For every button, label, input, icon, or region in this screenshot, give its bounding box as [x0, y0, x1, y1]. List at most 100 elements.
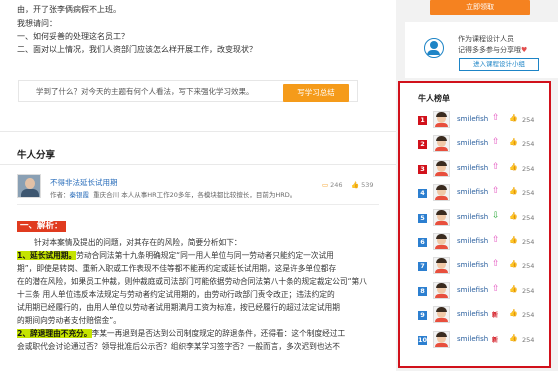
trend-up-icon: ⇧ — [492, 283, 500, 294]
rank-row[interactable]: 9 smilefish 新 👍 254 — [418, 305, 540, 325]
rank-number: 9 — [418, 311, 427, 321]
rank-avatar[interactable] — [433, 281, 450, 299]
rank-like-count: 254 — [522, 116, 535, 124]
help-line-2: 记得多多参与分享哦 — [458, 46, 521, 54]
rank-number: 3 — [418, 164, 427, 174]
trend-up-icon: ⇧ — [492, 137, 500, 148]
thumbs-up-icon: 👍 — [509, 333, 518, 342]
trend-down-icon: ⇩ — [492, 210, 500, 221]
new-badge-icon: 新 — [492, 336, 499, 344]
article-p2-line2: 会或职代会讨论通过否？领导批准后公示否？组织李某学习签字否？一般而言，多次迟到也… — [17, 342, 340, 351]
rank-number: 4 — [418, 189, 427, 199]
p1-text: 劳动合同法第十九条明确规定“同一用人单位与同一劳动者只能约定一次试用 — [76, 251, 334, 260]
author-label: 作者： — [50, 191, 70, 199]
article-intro: 针对本案情及提出的问题，对其存在的风险，简要分析如下： — [34, 238, 242, 247]
thumbs-up-icon: 👍 — [509, 138, 518, 147]
designer-icon — [424, 38, 444, 58]
rank-number: 5 — [418, 213, 427, 223]
thumbs-up-icon: 👍 — [509, 309, 518, 318]
author-avatar[interactable] — [17, 174, 41, 198]
post-meta: 作者：秦银霞 重庆合川 本人从事HR工作20多年，各模块都比较擅长，目前为HRD… — [50, 189, 296, 199]
rank-row[interactable]: 4 smilefish ⇧ 👍 254 — [418, 183, 540, 203]
article-p1-line5: 试用期已经履行的，由用人单位以劳动者试用期满月工资为标准，按已经履行的超过法定试… — [17, 303, 340, 312]
rank-username[interactable]: smilefish — [457, 188, 488, 196]
rank-like-count: 254 — [522, 164, 535, 173]
rank-number: 10 — [418, 335, 428, 345]
rank-row[interactable]: 8 smilefish ⇧ 👍 254 — [418, 281, 540, 301]
rank-avatar[interactable] — [433, 135, 450, 153]
rank-number: 8 — [418, 286, 427, 296]
rank-row[interactable]: 7 smilefish ⇧ 👍 254 — [418, 256, 540, 276]
question-line-2: 我想请问： — [17, 19, 57, 28]
author-desc: 重庆合川 本人从事HR工作20多年，各模块都比较擅长，目前为HRD。 — [93, 191, 297, 199]
rank-avatar[interactable] — [433, 257, 450, 275]
claim-now-button[interactable]: 立即领取 — [430, 0, 530, 15]
rank-username[interactable]: smilefish — [457, 261, 488, 269]
rank-number: 7 — [418, 262, 427, 272]
question-line-4: 二、面对以上情况，我们人资部门应该怎么样开展工作，改变现状？ — [17, 45, 257, 54]
thumbs-up-icon: 👍 — [509, 162, 518, 171]
learn-prompt: 学到了什么？对今天的主题有何个人看法，写下来强化学习效果。 — [36, 87, 254, 96]
rank-avatar[interactable] — [433, 184, 450, 202]
divider — [0, 164, 396, 165]
page: 由，开了张李俩病假不上班。 我想请问： 一、如何妥善的处理这名员工？ 二、面对以… — [0, 0, 558, 371]
p1-highlight: 1、延长试用期。 — [17, 251, 77, 260]
rank-number: 2 — [418, 140, 427, 150]
p2-highlight: 2、辞退理由不充分。 — [17, 329, 92, 338]
article-p1-line1: 1、延长试用期。劳动合同法第十九条明确规定“同一用人单位与同一劳动者只能约定一次… — [17, 249, 382, 262]
rank-row[interactable]: 5 smilefish ⇩ 👍 254 — [418, 208, 540, 228]
heart-icon: ♥ — [521, 46, 528, 54]
rank-like-count: 254 — [522, 238, 535, 246]
rank-like-count: 254 — [522, 213, 535, 222]
rank-username[interactable]: smilefish — [457, 164, 488, 172]
thumbs-up-icon: 👍 — [509, 260, 518, 269]
rank-title: 牛人榜单 — [418, 94, 450, 103]
thumbs-up-icon: 👍 — [351, 181, 360, 189]
thumbs-up-icon: 👍 — [509, 211, 518, 220]
help-text: 作为课程设计人员 记得多多参与分享哦♥ — [458, 34, 527, 56]
comment-count[interactable]: ▭ 246 — [322, 181, 343, 189]
rank-row[interactable]: 2 smilefish ⇧ 👍 254 — [418, 134, 540, 154]
write-summary-button[interactable]: 写学习总结 — [283, 84, 349, 102]
rank-row[interactable]: 1 smilefish ⇧ 👍 254 — [418, 110, 540, 130]
rank-row[interactable]: 10 smilefish 新 👍 254 — [418, 330, 540, 350]
rank-username[interactable]: smilefish — [457, 310, 488, 318]
main-content: 由，开了张李俩病假不上班。 我想请问： 一、如何妥善的处理这名员工？ 二、面对以… — [0, 0, 396, 371]
rank-row[interactable]: 3 smilefish ⇧ 👍 254 — [418, 159, 540, 179]
like-count[interactable]: 👍 539 — [351, 181, 374, 189]
rank-avatar[interactable] — [433, 159, 450, 177]
rank-row[interactable]: 6 smilefish ⇧ 👍 254 — [418, 232, 540, 252]
question-line-1: 由，开了张李俩病假不上班。 — [17, 5, 121, 14]
divider — [17, 204, 379, 205]
rank-username[interactable]: smilefish — [457, 115, 488, 123]
join-group-button[interactable]: 进入课程设计小组 — [459, 58, 539, 71]
rank-like-count: 254 — [522, 189, 535, 198]
article-p1-line6: 的期间向劳动者支付赔偿金”。 — [17, 316, 121, 325]
rank-avatar[interactable] — [433, 306, 450, 324]
question-line-3: 一、如何妥善的处理这名员工？ — [17, 32, 129, 41]
post-title-link[interactable]: 不得非法延长试用期 — [50, 177, 118, 188]
rank-avatar[interactable] — [433, 111, 450, 128]
rank-avatar[interactable] — [433, 233, 450, 250]
article-p1-line3: 在的潜在风险，如果员工仲裁，则仲裁庭或司法部门可能依据劳动合同法第八十条的规定裁… — [17, 277, 367, 286]
rank-like-count: 254 — [522, 262, 535, 271]
help-line-2-wrap: 记得多多参与分享哦♥ — [458, 45, 527, 56]
rank-avatar[interactable] — [433, 330, 450, 348]
trend-up-icon: ⇧ — [492, 113, 500, 123]
article-p1-line2: 期”，即使是转岗、重新入职或工作表现不佳等都不能再约定或延长试用期，这是许多单位… — [17, 264, 337, 273]
section-title: 牛人分享 — [17, 150, 56, 161]
rank-username[interactable]: smilefish — [457, 139, 488, 147]
rank-like-count: 254 — [522, 335, 535, 344]
rank-username[interactable]: smilefish — [457, 237, 488, 245]
trend-up-icon: ⇧ — [492, 235, 500, 245]
trend-up-icon: ⇧ — [492, 161, 500, 172]
author-link[interactable]: 秦银霞 — [70, 191, 90, 199]
rank-username[interactable]: smilefish — [457, 286, 488, 294]
rank-avatar[interactable] — [433, 208, 450, 226]
comment-count-value: 246 — [330, 181, 343, 189]
rank-username[interactable]: smilefish — [457, 335, 488, 343]
rank-like-count: 254 — [522, 286, 535, 295]
rank-number: 1 — [418, 116, 427, 125]
rank-username[interactable]: smilefish — [457, 213, 488, 221]
divider — [0, 131, 396, 132]
